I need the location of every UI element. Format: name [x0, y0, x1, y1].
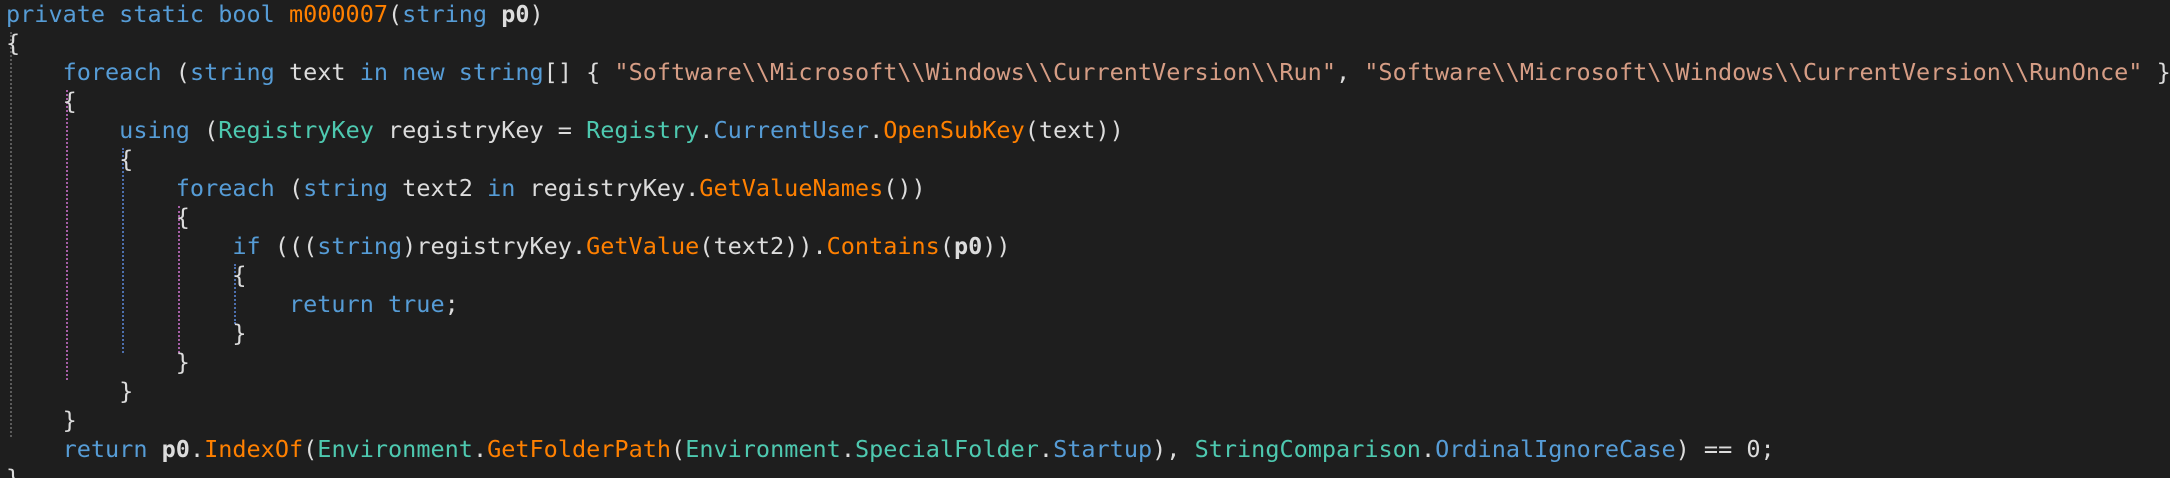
- code-token: SpecialFolder: [854, 435, 1039, 463]
- code-token: foreach: [6, 58, 176, 86]
- code-token: }: [6, 464, 21, 478]
- code-token: GetFolderPath: [487, 435, 672, 463]
- code-token: {: [6, 145, 134, 173]
- code-token: .: [869, 116, 884, 144]
- code-token: IndexOf: [204, 435, 304, 463]
- code-token: OrdinalIgnoreCase: [1435, 435, 1676, 463]
- code-token: ,: [1335, 58, 1365, 86]
- code-token: using: [6, 116, 205, 144]
- code-token: (text)): [1024, 116, 1124, 144]
- code-token: if: [6, 232, 275, 260]
- code-token: {: [6, 87, 77, 115]
- code-line[interactable]: {: [6, 203, 190, 232]
- code-token: (: [939, 232, 954, 260]
- code-token: ): [529, 0, 544, 28]
- code-token: string: [402, 0, 502, 28]
- code-token: CurrentUser: [713, 116, 870, 144]
- code-line[interactable]: {: [6, 261, 247, 290]
- code-token: (: [303, 435, 318, 463]
- code-token: .: [189, 435, 205, 463]
- code-token: StringComparison: [1194, 435, 1421, 463]
- code-token: ) == 0;: [1675, 435, 1775, 463]
- code-token: string: [303, 174, 403, 202]
- code-line[interactable]: }: [6, 377, 133, 406]
- code-token: in: [487, 174, 530, 202]
- code-token: Environment: [685, 435, 841, 463]
- code-token: p0: [161, 435, 190, 463]
- code-token: ()): [883, 174, 926, 202]
- code-token: Registry: [586, 116, 700, 144]
- code-token: {: [6, 203, 190, 231]
- code-token: string: [189, 58, 289, 86]
- code-token: p0: [953, 232, 983, 260]
- code-line[interactable]: {: [6, 29, 20, 58]
- code-token: foreach: [6, 174, 289, 202]
- code-token: (((: [274, 232, 318, 260]
- code-token: (: [175, 58, 190, 86]
- code-line[interactable]: return true;: [6, 290, 459, 319]
- code-line[interactable]: }: [6, 319, 247, 348]
- code-token: [] {: [543, 58, 615, 86]
- code-line[interactable]: using (RegistryKey registryKey = Registr…: [6, 116, 1124, 145]
- code-token: private static bool: [6, 0, 289, 28]
- code-line[interactable]: foreach (string text in new string[] { "…: [6, 58, 2170, 87]
- code-token: Environment: [317, 435, 473, 463]
- code-token: registryKey.: [529, 174, 700, 202]
- code-token: }: [6, 319, 247, 347]
- code-token: Startup: [1053, 435, 1153, 463]
- code-line[interactable]: return p0.IndexOf(Environment.GetFolderP…: [6, 435, 1775, 464]
- code-token: (: [204, 116, 219, 144]
- code-line[interactable]: }: [6, 464, 20, 478]
- code-token: text2: [402, 174, 488, 202]
- code-token: RegistryKey: [218, 116, 389, 144]
- code-token: text: [288, 58, 360, 86]
- code-line[interactable]: private static bool m000007(string p0): [6, 0, 544, 29]
- code-editor[interactable]: private static bool m000007(string p0){ …: [0, 0, 2170, 478]
- code-token: Contains: [826, 232, 940, 260]
- code-token: (: [388, 0, 403, 28]
- code-token: .: [1420, 435, 1436, 463]
- code-line[interactable]: {: [6, 87, 77, 116]
- code-token: }): [2156, 58, 2170, 86]
- code-token: }: [6, 377, 134, 405]
- code-token: p0: [501, 0, 530, 28]
- code-token: (: [288, 174, 304, 202]
- code-line[interactable]: if (((string)registryKey.GetValue(text2)…: [6, 232, 1011, 261]
- code-token: GetValueNames: [699, 174, 884, 202]
- code-token: ),: [1152, 435, 1195, 463]
- code-line[interactable]: }: [6, 348, 190, 377]
- code-token: return true: [6, 290, 445, 318]
- code-token: {: [6, 29, 21, 57]
- code-token: in new string: [359, 58, 544, 86]
- code-token: .: [1038, 435, 1054, 463]
- code-token: (text2)).: [699, 232, 827, 260]
- code-token: (: [671, 435, 686, 463]
- code-line[interactable]: foreach (string text2 in registryKey.Get…: [6, 174, 926, 203]
- code-token: }: [6, 348, 190, 376]
- code-token: .: [840, 435, 855, 463]
- code-token: )): [982, 232, 1011, 260]
- code-token: registryKey =: [388, 116, 587, 144]
- code-token: "Software\\Microsoft\\Windows\\CurrentVe…: [614, 58, 1336, 86]
- code-token: "Software\\Microsoft\\Windows\\CurrentVe…: [1364, 58, 2143, 86]
- code-token: {: [6, 261, 247, 289]
- code-token: OpenSubKey: [883, 116, 1025, 144]
- code-token: m000007: [288, 0, 389, 28]
- code-token: .: [699, 116, 714, 144]
- code-token: return: [6, 435, 162, 463]
- code-token: .: [472, 435, 488, 463]
- code-line[interactable]: }: [6, 406, 77, 435]
- code-token: }: [6, 406, 77, 434]
- code-token: ;: [444, 290, 459, 318]
- code-token: )registryKey.: [402, 232, 587, 260]
- code-token: GetValue: [586, 232, 700, 260]
- code-line[interactable]: {: [6, 145, 133, 174]
- code-token: string: [317, 232, 403, 260]
